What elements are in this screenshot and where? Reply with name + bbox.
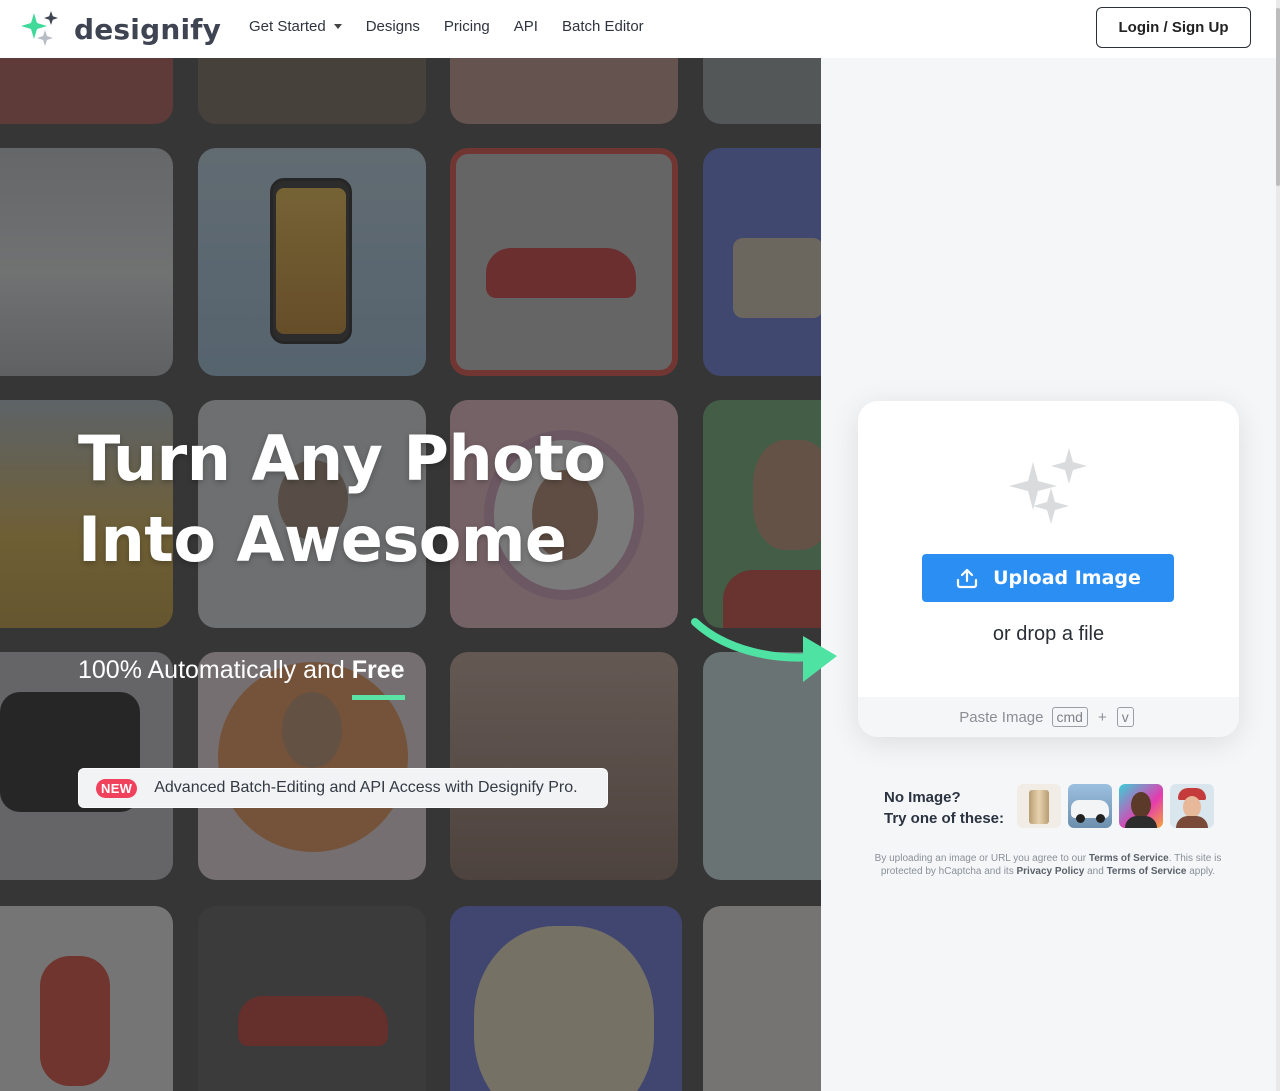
sample-images-label: No Image? Try one of these: [884,787,1004,829]
caret-down-icon [333,24,342,29]
sparkles-icon [1009,448,1087,524]
logo-text: designify [74,12,222,46]
pro-announcement-text: Advanced Batch-Editing and API Access wi… [154,779,578,796]
hero-title-line2: Into Awesome [78,503,567,576]
upload-icon [956,568,978,589]
sample-woman-thumbnail[interactable] [1170,784,1214,828]
nav-batch-editor[interactable]: Batch Editor [562,18,644,35]
sample-cup-thumbnail[interactable] [1017,784,1061,828]
nav-api[interactable]: API [514,18,538,35]
upload-image-button[interactable]: Upload Image [922,554,1174,602]
new-badge: NEW [96,778,138,798]
hero-subtitle: 100% Automatically and Free [78,656,405,685]
nav-get-started-label: Get Started [249,18,326,35]
hcaptcha-terms-link[interactable]: Terms of Service [1107,866,1187,877]
legal-text-1: By uploading an image or URL you agree t… [874,853,1089,864]
legal-text-3: and [1084,866,1107,877]
cup-shape [1029,790,1049,824]
logo[interactable]: designify [20,9,221,49]
sample-label-line2: Try one of these: [884,810,1005,827]
nav-designs[interactable]: Designs [366,18,420,35]
nav-links: Get Started Designs Pricing API Batch Ed… [249,18,668,35]
legal-notice: By uploading an image or URL you agree t… [870,852,1226,878]
login-signup-button[interactable]: Login / Sign Up [1096,7,1251,48]
sample-man-thumbnail[interactable] [1119,784,1163,828]
sparkle-logo-icon [21,11,58,46]
hero-subtitle-prefix: 100% Automatically and [78,656,352,684]
top-navbar: designify Get Started Designs Pricing AP… [0,0,1280,58]
curved-arrow-icon [691,618,837,682]
paste-image-hint: Paste Image cmd + v [858,697,1239,737]
drop-file-text: or drop a file [992,623,1105,645]
hero-title-line1: Turn Any Photo [78,422,606,495]
woman-body [1176,816,1208,828]
pro-announcement-banner[interactable]: NEW Advanced Batch-Editing and API Acces… [78,768,608,808]
woman-face [1183,796,1201,818]
cmd-key: cmd [1051,707,1088,727]
sample-car-thumbnail[interactable] [1068,784,1112,828]
plus-sign: + [1097,708,1107,726]
page-scrollbar-thumb[interactable] [1276,8,1280,186]
nav-get-started[interactable]: Get Started [249,18,342,35]
hero-subtitle-free: Free [351,656,405,684]
upload-dropzone[interactable]: Upload Image or drop a file Paste Image … [858,401,1239,737]
nav-pricing[interactable]: Pricing [444,18,490,35]
privacy-policy-link[interactable]: Privacy Policy [1016,866,1084,877]
car-wheel [1096,814,1105,823]
upload-image-label: Upload Image [993,567,1141,589]
paste-image-label: Paste Image [959,708,1044,726]
legal-text-4: apply. [1186,866,1216,877]
man-face [1131,792,1151,818]
hero-section: Turn Any Photo Into Awesome 100% Automat… [0,58,821,1091]
v-key: v [1116,707,1134,727]
man-shoulders [1125,816,1157,828]
hero-title: Turn Any Photo Into Awesome [78,418,778,580]
car-wheel [1076,814,1085,823]
terms-link[interactable]: Terms of Service [1089,853,1169,864]
sample-label-line1: No Image? [884,789,961,806]
